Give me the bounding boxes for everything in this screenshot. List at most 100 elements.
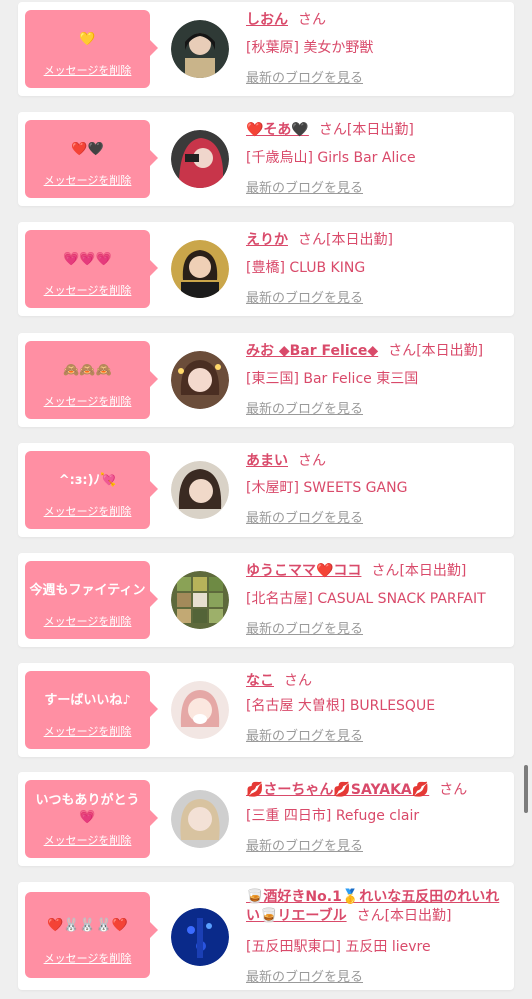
profile-info: 🥃酒好きNo.1🥇れいな五反田のれいれい🥃リエーブル さん[本日出勤] [五反田駅… [246,882,506,985]
delete-message-link[interactable]: メッセージを削除 [25,62,150,78]
message-text: ❤️🐰🐰🐰❤️ [47,917,128,933]
name-line: あまい さん [246,451,506,471]
san-label: さん [318,122,347,138]
message-text: ^:з:)ﾉ💘 [58,472,117,488]
delete-message-link[interactable]: メッセージを削除 [25,613,150,629]
message-text: すーばいいね♪ [44,692,131,708]
store-name: [豊橋] CLUB KING [246,260,366,276]
message-text: ❤️🖤 [71,141,104,157]
store-name: [秋葉原] 美女か野獣 [246,40,374,56]
attendance-badge: [本日出勤] [399,563,467,579]
profile-info: あまい さん [木屋町] SWEETS GANG 最新のブログを見る [246,443,506,537]
list-item: ❤️🐰🐰🐰❤️ メッセージを削除 🥃酒好きNo.1🥇れいな五反田のれいれい🥃リエ… [18,882,514,990]
latest-blog-link[interactable]: 最新のブログを見る [246,177,363,196]
name-line: しおん さん [246,10,506,30]
attendance-badge: [本日出勤] [416,343,484,359]
list-item: すーばいいね♪ メッセージを削除 なこ さん [名古屋 大曽根] BURLESQU… [18,663,514,757]
store-name: [千歳烏山] Girls Bar Alice [246,150,416,166]
latest-blog-link[interactable]: 最新のブログを見る [246,835,363,854]
message-text: 💛 [79,31,96,47]
latest-blog-link[interactable]: 最新のブログを見る [246,398,363,417]
store-name: [東三国] Bar Felice 東三国 [246,371,419,387]
avatar[interactable] [171,681,229,739]
san-label: さん [298,453,326,469]
profile-info: みお ◆Bar Felice◆ さん[本日出勤] [東三国] Bar Felice… [246,333,506,427]
store-name: [三重 四日市] Refuge clair [246,808,420,824]
attendance-badge: [本日出勤] [346,122,414,138]
avatar[interactable] [171,130,229,188]
name-line: えりか さん[本日出勤] [246,230,506,250]
cast-name-link[interactable]: あまい [246,453,288,469]
avatar[interactable] [171,571,229,629]
latest-blog-link[interactable]: 最新のブログを見る [246,966,363,985]
cast-name-link[interactable]: しおん [246,12,288,28]
name-line: 🥃酒好きNo.1🥇れいな五反田のれいれい🥃リエーブル さん[本日出勤] [246,888,506,926]
latest-blog-link[interactable]: 最新のブログを見る [246,618,363,637]
avatar[interactable] [171,240,229,298]
san-label: さん [371,563,400,579]
name-line: ゆうこママ❤️ココ さん[本日出勤] [246,561,506,581]
message-bubble: 💗💗💗 メッセージを削除 [25,230,158,308]
profile-info: 💋さーちゃん💋SAYAKA💋 さん [三重 四日市] Refuge clair 最… [246,772,506,866]
store-name: [名古屋 大曽根] BURLESQUE [246,698,436,714]
profile-info: えりか さん[本日出勤] [豊橋] CLUB KING 最新のブログを見る [246,222,506,316]
san-label: さん [439,782,468,798]
san-label: さん [298,232,326,248]
scrollbar[interactable] [524,765,528,813]
delete-message-link[interactable]: メッセージを削除 [25,503,150,519]
message-bubble: 🙈🙈🙈 メッセージを削除 [25,341,158,419]
store-name: [五反田駅東口] 五反田 lievre [246,939,431,955]
delete-message-link[interactable]: メッセージを削除 [25,393,150,409]
list-item: 💗💗💗 メッセージを削除 えりか さん[本日出勤] [豊橋] CLUB KING … [18,222,514,316]
message-bubble: 今週もファイティン メッセージを削除 [25,561,158,639]
message-text: 今週もファイティン [29,582,146,598]
avatar[interactable] [171,908,229,966]
message-bubble: ❤️🐰🐰🐰❤️ メッセージを削除 [25,892,158,978]
delete-message-link[interactable]: メッセージを削除 [25,950,150,966]
message-bubble: ❤️🖤 メッセージを削除 [25,120,158,198]
latest-blog-link[interactable]: 最新のブログを見る [246,67,363,86]
name-line: みお ◆Bar Felice◆ さん[本日出勤] [246,341,506,361]
name-line: ❤️そあ🖤 さん[本日出勤] [246,120,506,140]
list-item: ❤️🖤 メッセージを削除 ❤️そあ🖤 さん[本日出勤] [千歳烏山] Girls … [18,112,514,206]
latest-blog-link[interactable]: 最新のブログを見る [246,725,363,744]
san-label: さん [388,343,417,359]
message-text: 🙈🙈🙈 [63,362,112,378]
avatar[interactable] [171,351,229,409]
delete-message-link[interactable]: メッセージを削除 [25,832,150,848]
profile-info: なこ さん [名古屋 大曽根] BURLESQUE 最新のブログを見る [246,663,506,757]
store-name: [北名古屋] CASUAL SNACK PARFAIT [246,591,486,607]
avatar[interactable] [171,790,229,848]
profile-info: ❤️そあ🖤 さん[本日出勤] [千歳烏山] Girls Bar Alice 最新の… [246,112,506,206]
list-item: 今週もファイティン メッセージを削除 ゆうこママ❤️ココ さん[本日出勤] [北名… [18,553,514,647]
profile-info: ゆうこママ❤️ココ さん[本日出勤] [北名古屋] CASUAL SNACK PA… [246,553,506,647]
message-bubble: ^:з:)ﾉ💘 メッセージを削除 [25,451,158,529]
delete-message-link[interactable]: メッセージを削除 [25,723,150,739]
cast-name-link[interactable]: なこ [246,673,274,689]
cast-name-link[interactable]: ゆうこママ❤️ココ [246,563,361,579]
san-label: さん [356,908,385,924]
cast-name-link[interactable]: みお ◆Bar Felice◆ [246,343,378,359]
delete-message-link[interactable]: メッセージを削除 [25,172,150,188]
cast-name-link[interactable]: えりか [246,232,288,248]
cast-name-link[interactable]: ❤️そあ🖤 [246,122,309,138]
avatar[interactable] [171,461,229,519]
list-item: 💛 メッセージを削除 しおん さん [秋葉原] 美女か野獣 最新のブログを見る [18,2,514,96]
store-name: [木屋町] SWEETS GANG [246,480,408,496]
san-label: さん [284,673,312,689]
message-bubble: 💛 メッセージを削除 [25,10,158,88]
latest-blog-link[interactable]: 最新のブログを見る [246,287,363,306]
latest-blog-link[interactable]: 最新のブログを見る [246,507,363,526]
list-item: 🙈🙈🙈 メッセージを削除 みお ◆Bar Felice◆ さん[本日出勤] [東三… [18,333,514,427]
message-bubble: すーばいいね♪ メッセージを削除 [25,671,158,749]
name-line: なこ さん [246,671,506,691]
list-item: ^:з:)ﾉ💘 メッセージを削除 あまい さん [木屋町] SWEETS GANG… [18,443,514,537]
san-label: さん [298,12,326,28]
list-item: いつもありがとう💗 メッセージを削除 💋さーちゃん💋SAYAKA💋 さん [三重 … [18,772,514,866]
message-text: いつもありがとう💗 [35,793,140,825]
message-text: 💗💗💗 [63,251,112,267]
delete-message-link[interactable]: メッセージを削除 [25,282,150,298]
avatar[interactable] [171,20,229,78]
cast-name-link[interactable]: 💋さーちゃん💋SAYAKA💋 [246,782,429,798]
attendance-badge: [本日出勤] [326,232,393,248]
